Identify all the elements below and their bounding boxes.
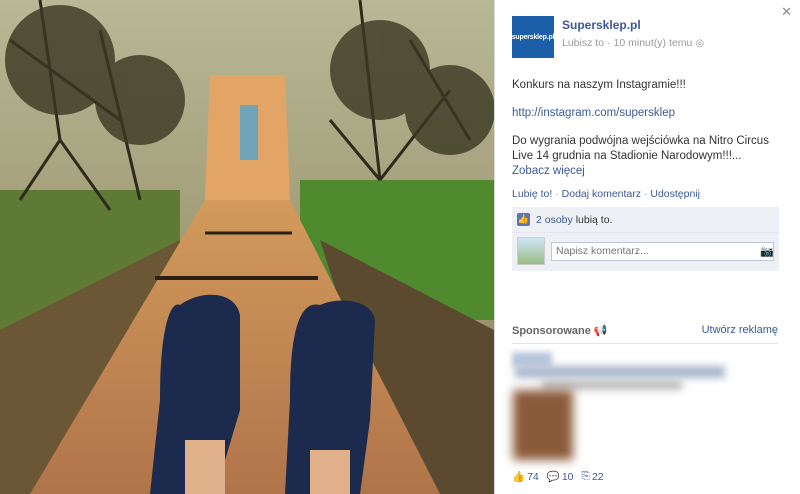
post-paragraph: Do wygrania podwójna wejściówka na Nitro… <box>512 135 769 162</box>
ad-comments[interactable]: 💬 10 <box>546 470 574 484</box>
create-ad-link[interactable]: Utwórz reklamę <box>702 324 778 337</box>
post-timestamp[interactable]: 10 minut(y) temu <box>614 37 693 49</box>
instagram-photo[interactable] <box>0 0 494 494</box>
likes-suffix: lubią to. <box>575 213 613 226</box>
comment-composer: 📷 <box>512 233 779 271</box>
like-action[interactable]: Lubię to! <box>512 188 552 200</box>
post-header: supersklep.pl Supersklep.pl Lubisz to · … <box>512 16 782 58</box>
post-actions: Lubię to! · Dodaj komentarz · Udostępnij <box>512 188 782 200</box>
comment-input[interactable] <box>551 241 774 261</box>
skate-ramp-photo <box>0 0 494 494</box>
ad-stats: 👍 74 💬 10 ⎘ 22 <box>512 470 604 483</box>
close-icon[interactable]: ✕ <box>781 4 792 20</box>
header-text: Supersklep.pl Lubisz to · 10 minut(y) te… <box>562 18 704 49</box>
comment-icon: 💬 <box>546 471 560 483</box>
share-action[interactable]: Udostępnij <box>650 188 700 200</box>
megaphone-icon: 📢 <box>593 325 608 337</box>
sponsored-header: Sponsorowane 📢 Utwórz reklamę <box>512 324 778 344</box>
blurred-ad[interactable] <box>512 352 778 467</box>
meta-separator: · <box>607 37 611 49</box>
share-icon: ⎘ <box>581 470 590 482</box>
photo-viewer: ✕ supersklep.pl Supersklep.pl Lubisz to … <box>0 0 800 494</box>
see-more-link[interactable]: Zobacz więcej <box>512 165 585 177</box>
avatar <box>517 237 545 265</box>
page-name-link[interactable]: Supersklep.pl <box>562 18 704 32</box>
meta-like-link[interactable]: Lubisz to <box>562 37 604 49</box>
thumbs-up-icon: 👍 <box>517 213 530 226</box>
camera-icon[interactable]: 📷 <box>760 245 774 258</box>
feedback-box: 👍 2 osoby lubią to. 📷 <box>512 207 779 271</box>
thumbs-up-icon: 👍 <box>512 471 526 483</box>
sponsored-title: Sponsorowane 📢 <box>512 325 608 337</box>
likes-count-link[interactable]: 2 osoby <box>536 214 573 226</box>
post-body: Konkurs na naszym Instagramie!!! http://… <box>512 78 782 179</box>
comment-action[interactable]: Dodaj komentarz <box>562 188 641 200</box>
post-panel: ✕ supersklep.pl Supersklep.pl Lubisz to … <box>494 0 800 494</box>
action-separator: · <box>643 188 648 200</box>
action-separator: · <box>555 188 559 200</box>
ad-likes[interactable]: 👍 74 <box>512 470 539 484</box>
likes-summary: 👍 2 osoby lubią to. <box>512 207 779 233</box>
page-avatar[interactable]: supersklep.pl <box>512 16 554 58</box>
sponsored-section: Sponsorowane 📢 Utwórz reklamę <box>512 324 778 467</box>
post-meta: Lubisz to · 10 minut(y) temu ◎ <box>562 37 704 49</box>
post-paragraph: Konkurs na naszym Instagramie!!! <box>512 79 686 91</box>
globe-icon: ◎ <box>695 37 705 49</box>
instagram-link[interactable]: http://instagram.com/supersklep <box>512 107 675 119</box>
ad-shares[interactable]: ⎘ 22 <box>582 470 604 483</box>
